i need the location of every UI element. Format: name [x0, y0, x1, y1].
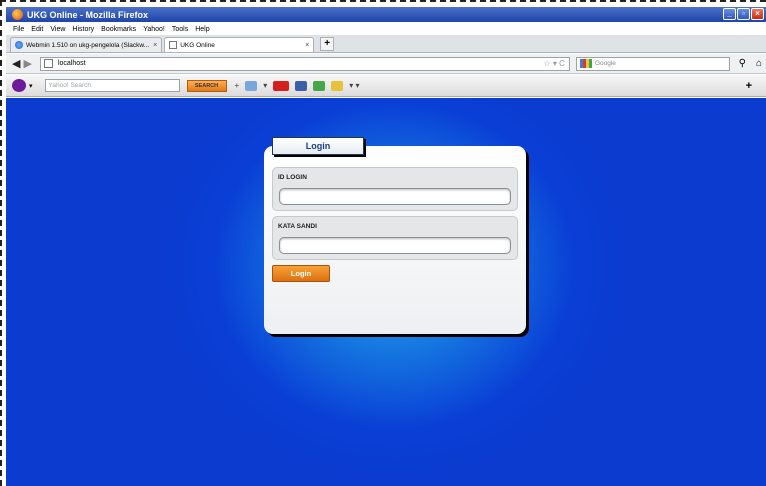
- window-title: UKG Online - Mozilla Firefox: [27, 9, 149, 20]
- menu-file[interactable]: File: [13, 26, 24, 33]
- maximize-button[interactable]: ▫: [737, 8, 750, 20]
- weather-icon[interactable]: [331, 80, 344, 91]
- games-icon[interactable]: [313, 80, 326, 91]
- webmin-icon: [15, 41, 23, 49]
- page-icon[interactable]: [245, 80, 258, 91]
- bookmark-star-icon[interactable]: ☆ ▾ C: [544, 59, 565, 68]
- yahoo-search-button[interactable]: SEARCH: [186, 79, 227, 92]
- facebook-icon[interactable]: [295, 80, 308, 91]
- page-icon: [169, 41, 178, 49]
- forward-arrow-icon[interactable]: ▶: [23, 57, 31, 70]
- page-icon: [43, 59, 53, 68]
- menu-bookmarks[interactable]: Bookmarks: [101, 26, 136, 33]
- back-arrow-icon[interactable]: ◀: [12, 57, 20, 70]
- minimize-button[interactable]: _: [723, 8, 736, 20]
- add-icon[interactable]: +: [746, 80, 752, 92]
- more-icon[interactable]: ▾ ▾: [349, 81, 359, 90]
- tab-webmin[interactable]: Webmin 1.510 on ukg-pengelola (Slackw...…: [10, 37, 163, 52]
- chevron-down-icon[interactable]: ▾: [29, 82, 33, 90]
- id-login-group: ID LOGIN: [272, 167, 518, 211]
- tab-ukg-label: UKG Online: [180, 41, 215, 49]
- tab-webmin-label: Webmin 1.510 on ukg-pengelola (Slackw...: [26, 41, 150, 49]
- search-icon[interactable]: ⚲: [739, 58, 746, 69]
- window-title-bar: UKG Online - Mozilla Firefox _ ▫ ×: [6, 7, 766, 22]
- firefox-icon: [12, 9, 23, 20]
- login-panel: ID LOGIN KATA SANDI Login: [264, 146, 526, 334]
- id-login-input[interactable]: [279, 188, 511, 205]
- search-engine-label: Google: [594, 60, 616, 67]
- url-text: localhost: [57, 60, 86, 67]
- menu-bar: File Edit View History Bookmarks Yahoo! …: [6, 23, 766, 35]
- id-login-label: ID LOGIN: [278, 174, 307, 181]
- browser-frame: UKG Online - Mozilla Firefox _ ▫ × File …: [0, 0, 766, 486]
- google-icon: [579, 59, 592, 68]
- menu-help[interactable]: Help: [195, 26, 209, 33]
- menu-edit[interactable]: Edit: [31, 26, 43, 33]
- tab-close-icon[interactable]: ×: [305, 42, 309, 49]
- tab-bar: Webmin 1.510 on ukg-pengelola (Slackw...…: [6, 35, 766, 53]
- mail-icon[interactable]: [273, 80, 290, 91]
- password-input[interactable]: [279, 237, 511, 254]
- close-window-button[interactable]: ×: [751, 8, 764, 20]
- url-bar[interactable]: localhost ☆ ▾ C: [39, 56, 570, 71]
- login-tab-header: Login: [272, 137, 364, 155]
- tab-close-icon[interactable]: ×: [153, 42, 157, 49]
- yahoo-search-placeholder: Yahoo! Search: [48, 82, 92, 89]
- navigation-bar: ◀ ▶ localhost ☆ ▾ C Google ⚲ ⌂: [6, 54, 766, 74]
- menu-history[interactable]: History: [72, 26, 94, 33]
- menu-yahoo[interactable]: Yahoo!: [143, 26, 165, 33]
- tab-ukg-online[interactable]: UKG Online ×: [164, 37, 315, 52]
- menu-tools[interactable]: Tools: [172, 26, 188, 33]
- google-search-box[interactable]: Google: [575, 56, 730, 71]
- yahoo-logo-icon[interactable]: [12, 79, 26, 92]
- chevron-down-icon[interactable]: ▾: [263, 81, 267, 90]
- menu-view[interactable]: View: [50, 26, 65, 33]
- add-icon[interactable]: +: [235, 81, 240, 90]
- new-tab-button[interactable]: +: [320, 37, 335, 51]
- yahoo-toolbar: ▾ Yahoo! Search SEARCH + ▾ ▾ ▾ +: [6, 75, 766, 97]
- login-button[interactable]: Login: [272, 265, 330, 282]
- home-icon[interactable]: ⌂: [756, 58, 762, 69]
- password-group: KATA SANDI: [272, 216, 518, 260]
- password-label: KATA SANDI: [278, 223, 317, 230]
- yahoo-search-input[interactable]: Yahoo! Search: [44, 79, 180, 92]
